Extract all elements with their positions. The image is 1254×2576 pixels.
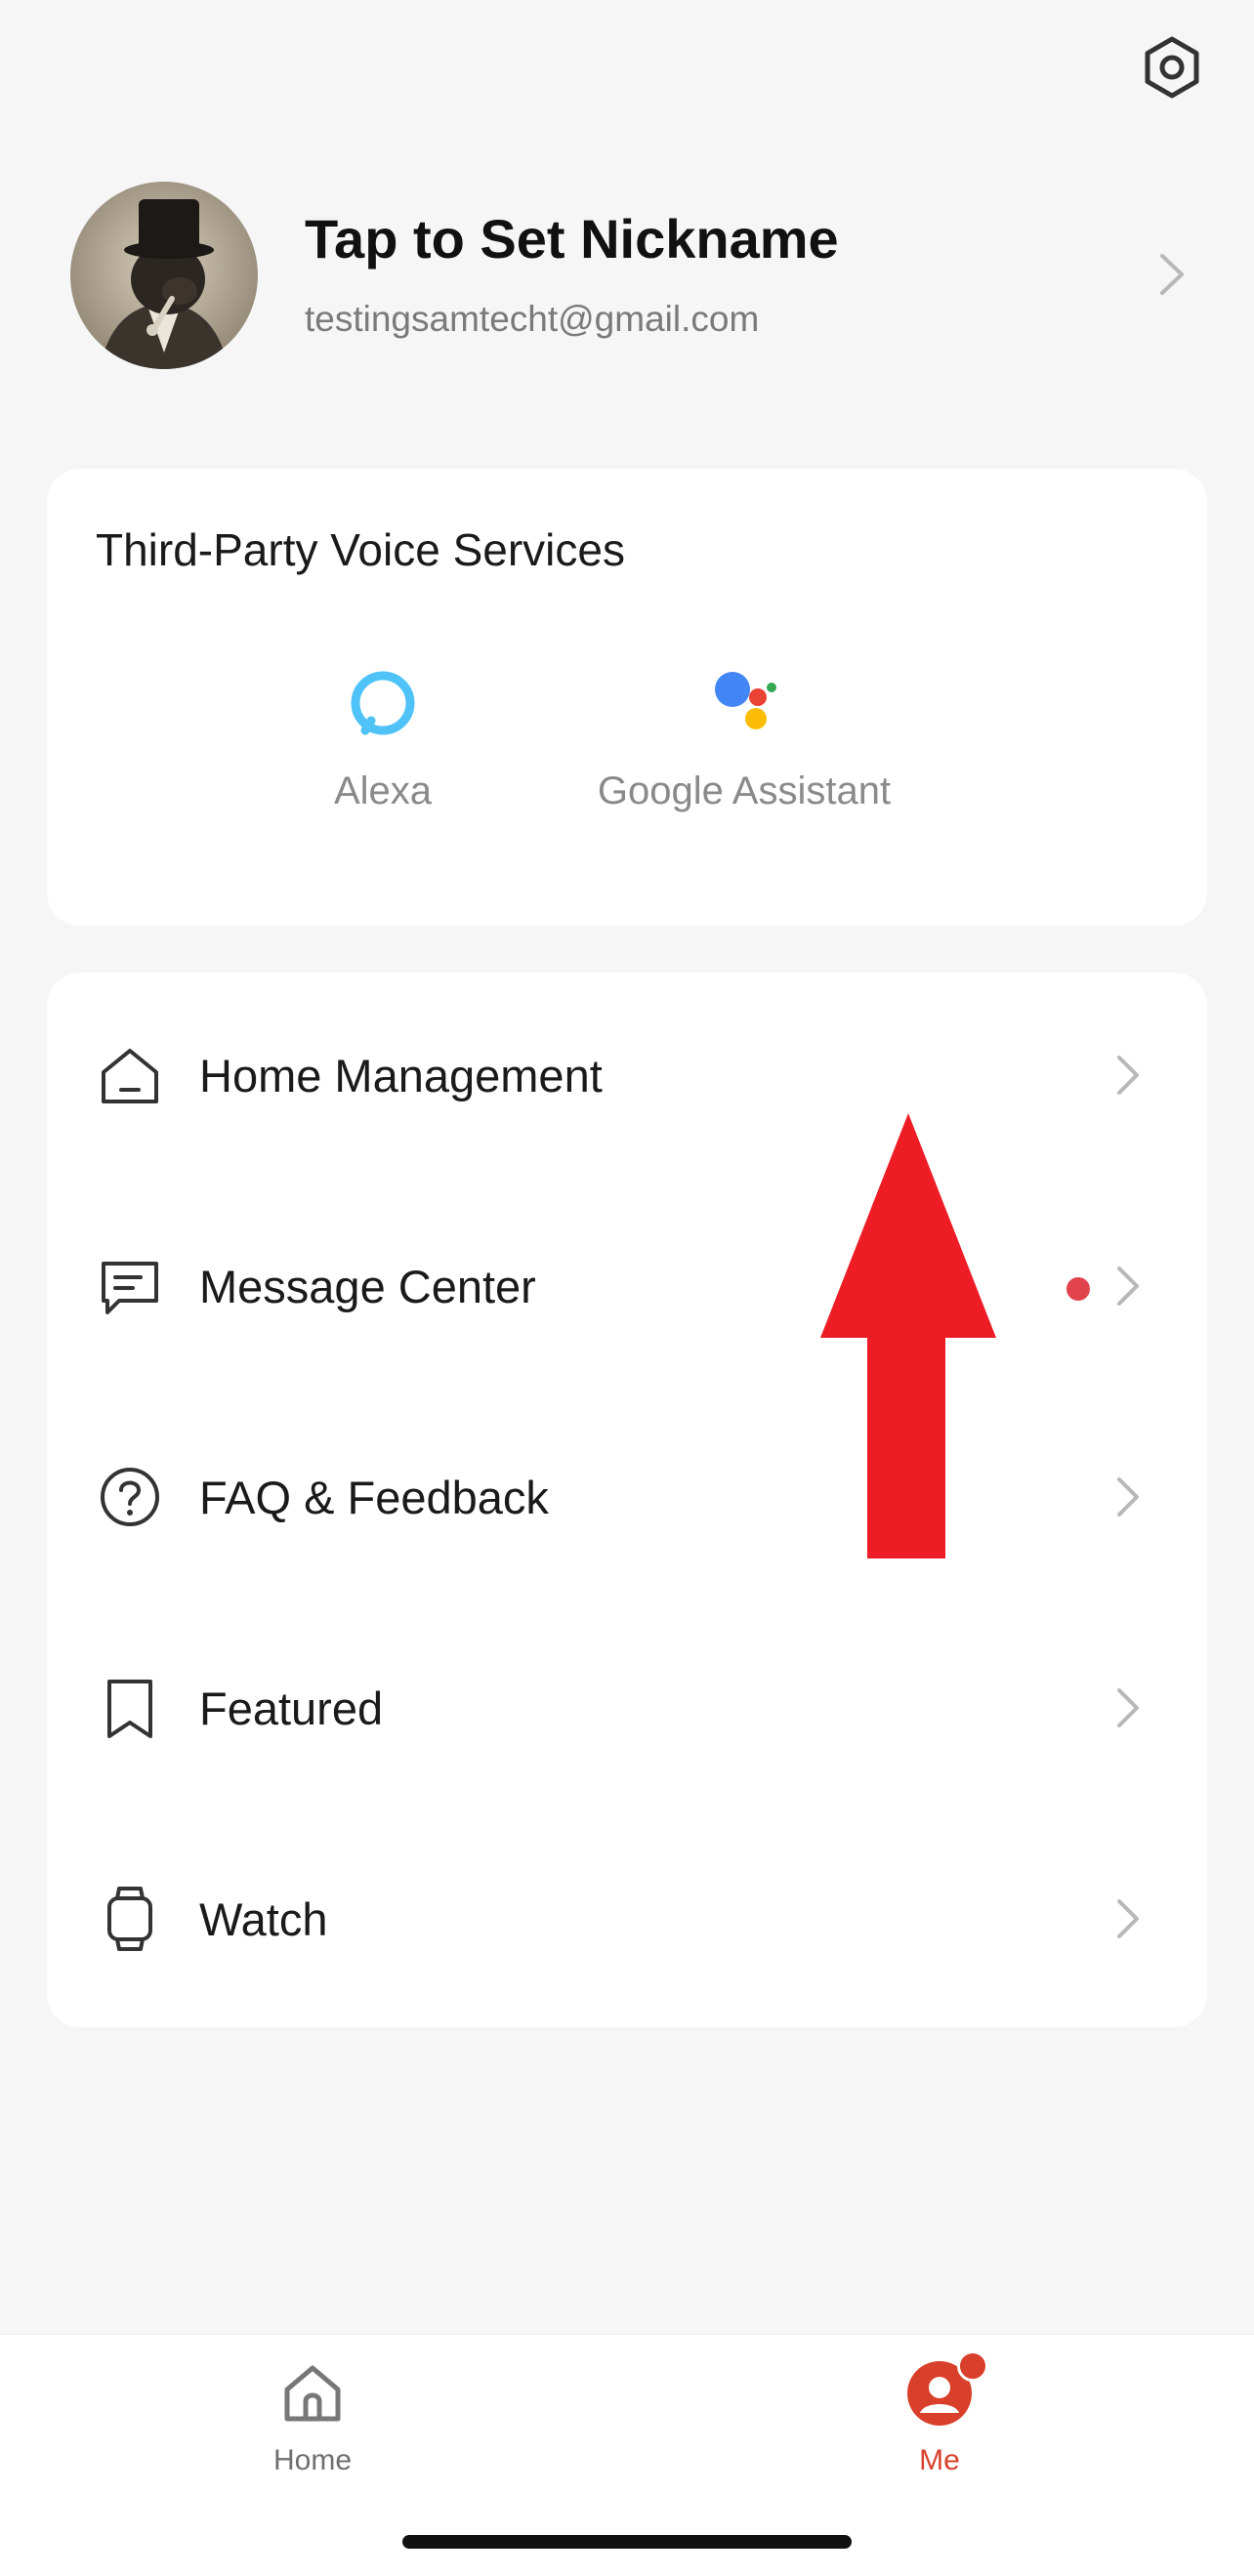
chevron-right-icon bbox=[1117, 1477, 1139, 1517]
voice-services-title: Third-Party Voice Services bbox=[96, 524, 625, 575]
message-icon bbox=[102, 1262, 158, 1314]
chevron-right-icon bbox=[1117, 1267, 1139, 1306]
chevron-right-icon bbox=[1117, 1056, 1139, 1095]
avatar[interactable] bbox=[70, 182, 258, 369]
tab-home-label: Home bbox=[272, 2444, 353, 2476]
tab-me[interactable]: Me bbox=[832, 2350, 1047, 2495]
tab-home[interactable]: Home bbox=[205, 2358, 420, 2495]
menu-card: Home Management Message Center FAQ & Fee… bbox=[47, 973, 1207, 2027]
settings-button[interactable] bbox=[1138, 33, 1206, 102]
avatar-image bbox=[70, 182, 258, 369]
chevron-right-icon bbox=[1117, 1899, 1139, 1938]
watch-icon bbox=[107, 1887, 152, 1951]
bookmark-icon bbox=[107, 1680, 152, 1738]
google-assistant-icon bbox=[715, 672, 776, 729]
home-outline-icon bbox=[102, 1049, 158, 1103]
question-icon bbox=[101, 1468, 159, 1526]
menu-item-watch[interactable]: Watch bbox=[47, 1816, 1207, 2027]
gear-icon bbox=[1145, 36, 1199, 99]
profile-chevron-icon[interactable] bbox=[1152, 250, 1191, 299]
unread-dot bbox=[1066, 1277, 1090, 1301]
menu-item-message-center[interactable]: Message Center bbox=[47, 1184, 1207, 1394]
home-tab-icon bbox=[284, 2365, 341, 2422]
alexa-icon bbox=[351, 671, 415, 735]
account-email: testingsamtecht@gmail.com bbox=[305, 299, 760, 339]
menu-item-label: Home Management bbox=[199, 1050, 603, 1101]
menu-item-label: Featured bbox=[199, 1683, 384, 1734]
voice-services-card: Third-Party Voice Services Alexa Google … bbox=[47, 469, 1207, 926]
menu-item-label: Watch bbox=[199, 1893, 328, 1945]
menu-item-featured[interactable]: Featured bbox=[47, 1605, 1207, 1816]
notification-badge bbox=[957, 2350, 988, 2382]
nickname[interactable]: Tap to Set Nickname bbox=[305, 207, 839, 270]
chevron-right-icon bbox=[1117, 1688, 1139, 1727]
menu-item-faq-feedback[interactable]: FAQ & Feedback bbox=[47, 1394, 1207, 1605]
menu-item-label: FAQ & Feedback bbox=[199, 1472, 549, 1523]
annotation-arrow-up-icon bbox=[820, 1113, 996, 1558]
tab-me-label: Me bbox=[919, 2444, 960, 2476]
menu-item-label: Message Center bbox=[199, 1261, 536, 1312]
home-indicator bbox=[402, 2535, 852, 2549]
menu-item-home-management[interactable]: Home Management bbox=[47, 973, 1207, 1184]
google-assistant-label: Google Assistant bbox=[597, 769, 892, 812]
google-assistant-button[interactable]: Google Assistant bbox=[529, 664, 959, 879]
